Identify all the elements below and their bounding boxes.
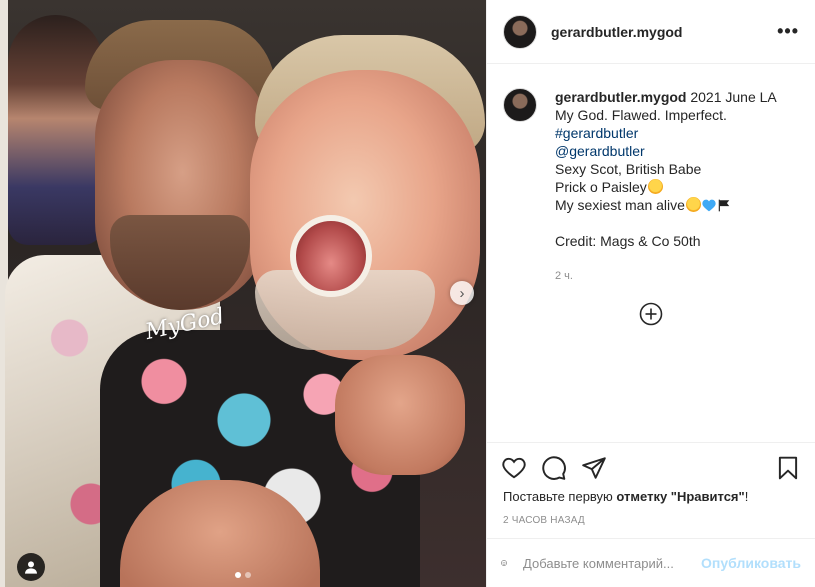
blue-heart-emoji-icon: [702, 199, 716, 212]
caption-line: Sexy Scot, British Babe: [555, 161, 702, 177]
caption-line: My God. Flawed. Imperfect.: [555, 107, 727, 123]
post-side-panel: gerardbutler.mygod ••• gerardbutler.mygo…: [486, 0, 815, 587]
kiss-emoji-icon: [647, 179, 663, 194]
post-header: gerardbutler.mygod •••: [487, 0, 815, 64]
avatar[interactable]: [503, 14, 537, 49]
laughing-mouth: [290, 215, 372, 297]
caption-avatar[interactable]: [503, 88, 537, 122]
bookmark-icon[interactable]: [775, 455, 801, 481]
smile-emoji-icon: [685, 197, 701, 212]
plus-circle-icon[interactable]: [639, 302, 663, 326]
caption-line: Prick o Paisley: [555, 179, 647, 195]
emoji-icon[interactable]: [501, 550, 507, 576]
mention-link[interactable]: @gerardbutler: [555, 142, 777, 160]
user-tag-icon: [25, 561, 37, 574]
post-photo[interactable]: MyGod ›: [0, 0, 486, 587]
publish-button[interactable]: Опубликовать: [701, 555, 801, 571]
caption-line: Credit: Mags & Co 50th: [555, 233, 701, 249]
fist: [335, 355, 465, 475]
post-date[interactable]: 2 ЧАСОВ НАЗАД: [501, 515, 801, 526]
hashtag-link[interactable]: #gerardbutler: [555, 124, 777, 142]
user-tag-button[interactable]: [17, 553, 45, 581]
carousel-dot-active: [235, 572, 241, 578]
post-actions: Поставьте первую отметку "Нравится"! 2 Ч…: [487, 442, 815, 526]
caption-line: 2021 June LA: [690, 89, 777, 105]
carousel-next-button[interactable]: ›: [450, 281, 474, 305]
carousel-indicator: [235, 572, 251, 578]
caption-time-ago[interactable]: 2 ч.: [555, 267, 777, 285]
share-icon[interactable]: [581, 455, 607, 481]
likes-prompt: Поставьте первую отметку "Нравится"!: [501, 489, 801, 504]
comment-icon[interactable]: [541, 455, 567, 481]
chevron-right-icon: ›: [459, 284, 465, 302]
likes-prompt-prefix: Поставьте первую: [503, 489, 617, 504]
first-like-link[interactable]: отметку "Нравится": [616, 489, 744, 504]
comment-input[interactable]: [521, 554, 702, 572]
caption-line: My sexiest man alive: [555, 197, 685, 213]
post-caption: gerardbutler.mygod 2021 June LA My God. …: [487, 64, 815, 285]
caption-username[interactable]: gerardbutler.mygod: [555, 89, 686, 105]
black-flag-emoji-icon: [718, 199, 730, 212]
caption-body: gerardbutler.mygod 2021 June LA My God. …: [555, 88, 777, 285]
likes-prompt-suffix: !: [744, 489, 749, 504]
more-options-icon[interactable]: •••: [777, 21, 799, 42]
action-icons: [501, 455, 801, 481]
heart-icon[interactable]: [501, 455, 527, 481]
carousel-dot: [245, 572, 251, 578]
comment-bar: Опубликовать: [487, 538, 815, 587]
background-person: [8, 15, 103, 245]
header-username[interactable]: gerardbutler.mygod: [551, 24, 682, 40]
